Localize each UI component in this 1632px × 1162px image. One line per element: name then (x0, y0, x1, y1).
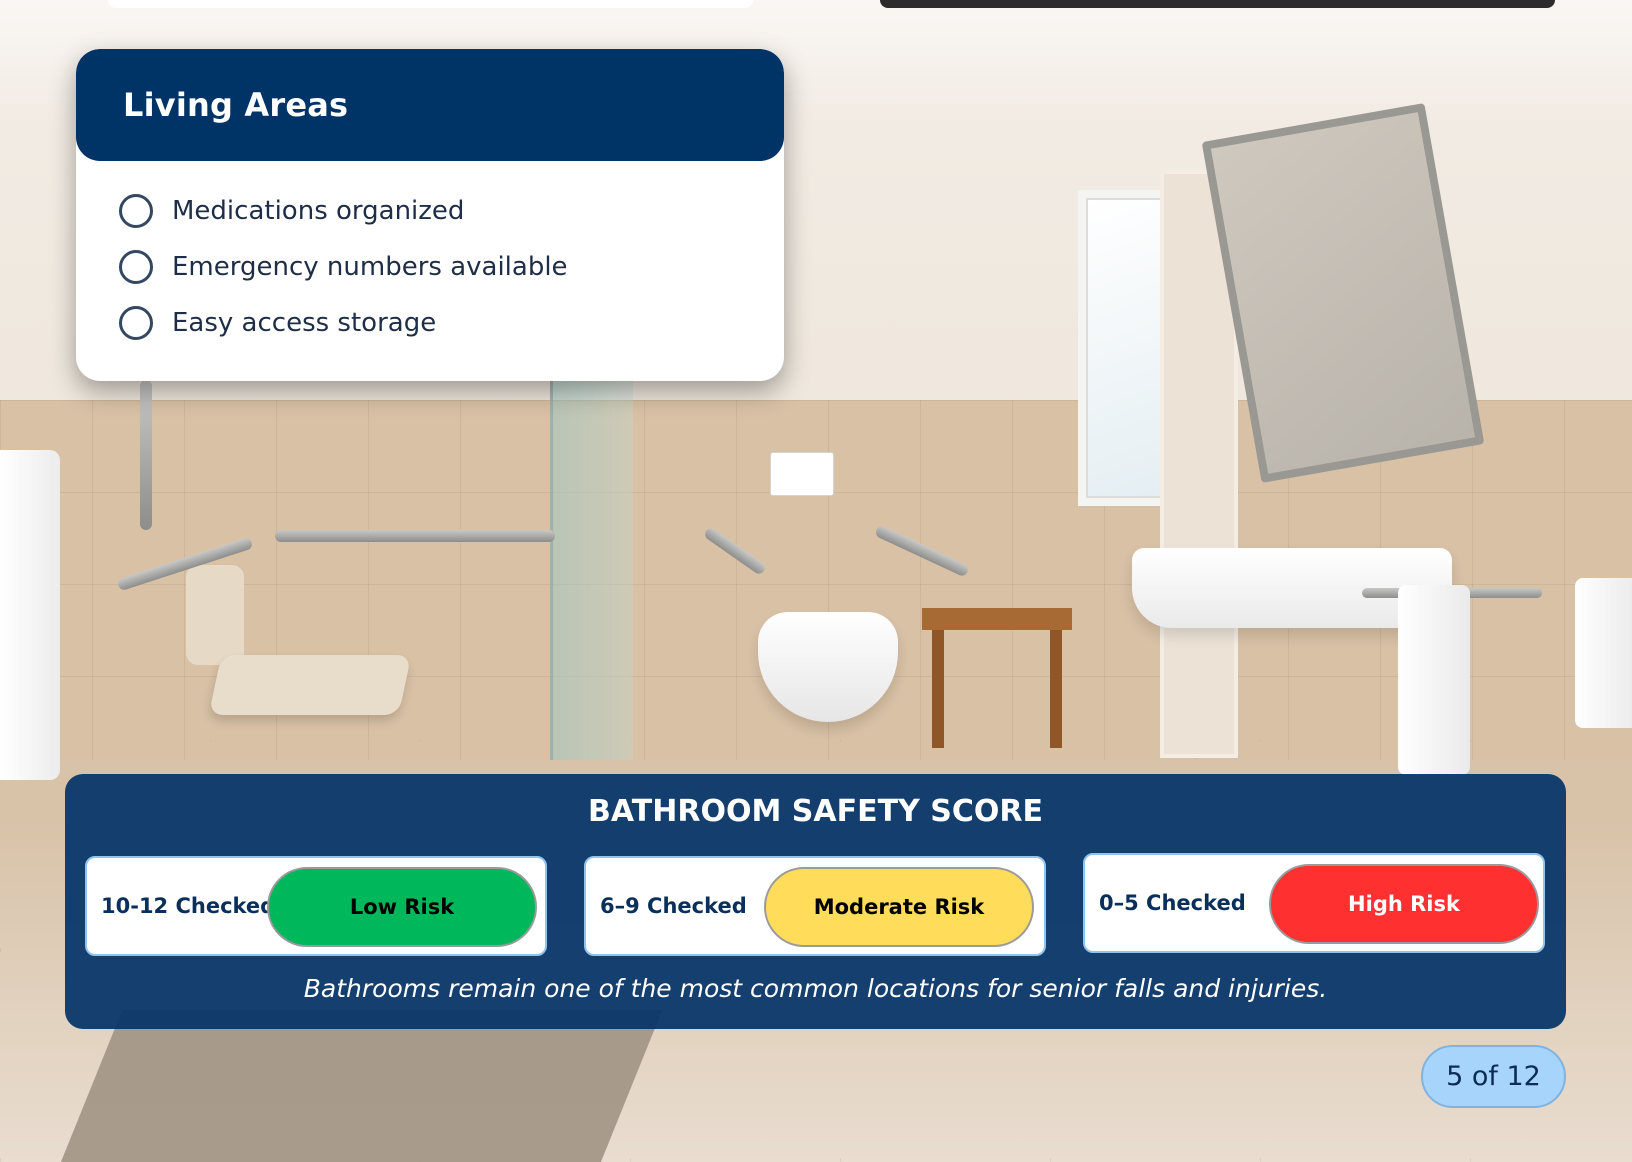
checklist: Medications organized Emergency numbers … (76, 161, 784, 351)
card-title: Living Areas (123, 86, 349, 124)
moderate-risk-badge: Moderate Risk (764, 867, 1034, 947)
safety-score-title: BATHROOM SAFETY SCORE (588, 794, 1043, 829)
grab-bar (275, 530, 555, 542)
bath-mat (57, 1010, 663, 1162)
risk-level-high: 0–5 Checked High Risk (1083, 853, 1545, 953)
hanging-towel (0, 450, 60, 780)
shower-glass-panel (550, 370, 633, 760)
card-edge (108, 0, 753, 8)
page-indicator: 5 of 12 (1421, 1045, 1566, 1108)
shower-seat-back (186, 565, 244, 665)
risk-level-moderate: 6–9 Checked Moderate Risk (584, 856, 1046, 956)
checklist-item-label: Easy access storage (172, 308, 437, 338)
flush-plate (770, 452, 834, 496)
risk-level-low: 10-12 Checked Low Risk (85, 856, 547, 956)
risk-range-label: 10-12 Checked (101, 894, 276, 918)
checklist-item-label: Medications organized (172, 196, 465, 226)
risk-range-label: 6–9 Checked (600, 894, 747, 918)
unchecked-circle-icon[interactable] (119, 250, 153, 284)
checklist-item-label: Emergency numbers available (172, 252, 568, 282)
high-risk-badge: High Risk (1269, 864, 1539, 944)
checklist-item-medications[interactable]: Medications organized (119, 183, 784, 239)
checklist-item-emergency-numbers[interactable]: Emergency numbers available (119, 239, 784, 295)
wooden-stool (922, 608, 1072, 748)
safety-score-note: Bathrooms remain one of the most common … (303, 974, 1328, 1003)
fold-down-shower-seat (208, 655, 412, 715)
unchecked-circle-icon[interactable] (119, 306, 153, 340)
grab-bar (140, 380, 152, 530)
low-risk-badge: Low Risk (267, 867, 537, 947)
risk-range-label: 0–5 Checked (1099, 891, 1246, 915)
checklist-item-storage[interactable]: Easy access storage (119, 295, 784, 351)
living-areas-card: Living Areas Medications organized Emerg… (76, 49, 784, 381)
unchecked-circle-icon[interactable] (119, 194, 153, 228)
hanging-towel (1575, 578, 1632, 728)
safety-score-panel: BATHROOM SAFETY SCORE 10-12 Checked Low … (65, 774, 1566, 1029)
card-edge (880, 0, 1555, 8)
card-header: Living Areas (76, 49, 784, 161)
hanging-towel (1398, 585, 1470, 775)
